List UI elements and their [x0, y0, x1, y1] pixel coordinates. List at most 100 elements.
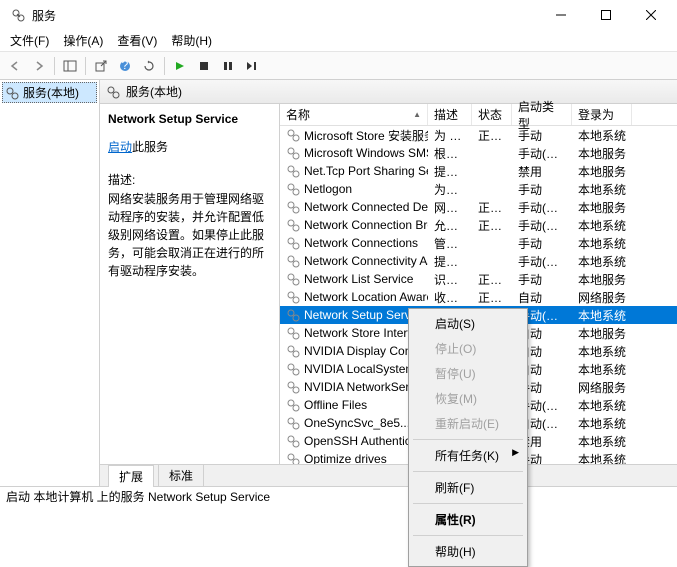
table-row[interactable]: Network List Service识别...正在...手动本地服务	[280, 270, 677, 288]
service-desc: 网络...	[428, 199, 472, 216]
cm-restart: 重新启动(E)	[411, 411, 525, 436]
table-row[interactable]: Net.Tcp Port Sharing Ser...提供...禁用本地服务	[280, 162, 677, 180]
service-icon	[286, 326, 300, 340]
tree-node-label: 服务(本地)	[23, 84, 79, 101]
table-row[interactable]: Netlogon为用...手动本地系统	[280, 180, 677, 198]
app-icon	[10, 7, 26, 23]
service-logon: 网络服务	[572, 289, 632, 306]
service-logon: 本地系统	[572, 397, 632, 414]
service-startup: 手动(触发...	[512, 199, 572, 216]
tree-pane: 服务(本地)	[0, 80, 100, 486]
cm-start[interactable]: 启动(S)	[411, 311, 525, 336]
service-logon: 本地系统	[572, 361, 632, 378]
service-icon	[286, 272, 300, 286]
table-row[interactable]: Microsoft Store 安装服务为 M...正在...手动本地系统	[280, 126, 677, 144]
service-startup: 手动	[512, 127, 572, 144]
menu-action[interactable]: 操作(A)	[57, 30, 109, 51]
table-row[interactable]: Network Connectivity Ass...提供...手动(触发...…	[280, 252, 677, 270]
tree-node-services-local[interactable]: 服务(本地)	[2, 82, 97, 103]
service-icon	[286, 182, 300, 196]
cm-help[interactable]: 帮助(H)	[411, 539, 525, 564]
menu-bar: 文件(F) 操作(A) 查看(V) 帮助(H)	[0, 30, 677, 52]
service-startup: 手动(触发...	[512, 253, 572, 270]
col-startup[interactable]: 启动类型	[512, 104, 572, 125]
table-row[interactable]: Network Connection Bro...允许...正在...手动(触发…	[280, 216, 677, 234]
table-row[interactable]: Network Connected Devi...网络...正在...手动(触发…	[280, 198, 677, 216]
maximize-button[interactable]	[583, 0, 628, 30]
sort-asc-icon: ▲	[413, 110, 421, 119]
cm-pause: 暂停(U)	[411, 361, 525, 386]
service-status: 正在...	[472, 127, 512, 144]
status-text: 启动 本地计算机 上的服务 Network Setup Service	[6, 488, 270, 505]
close-button[interactable]	[628, 0, 673, 30]
col-logon[interactable]: 登录为	[572, 104, 632, 125]
start-service-button[interactable]	[169, 55, 191, 77]
view-tabs: 扩展 标准	[100, 464, 677, 486]
help-button[interactable]: ?	[114, 55, 136, 77]
forward-button[interactable]	[28, 55, 50, 77]
service-logon: 本地系统	[572, 217, 632, 234]
service-name: Network Connections	[304, 236, 418, 250]
cm-stop: 停止(O)	[411, 336, 525, 361]
services-icon	[5, 86, 19, 100]
rightpane-title: 服务(本地)	[126, 83, 182, 100]
refresh-button[interactable]	[138, 55, 160, 77]
service-desc: 识别...	[428, 271, 472, 288]
service-desc: 管理...	[428, 235, 472, 252]
cm-all-tasks[interactable]: 所有任务(K)▶	[411, 443, 525, 468]
service-logon: 本地服务	[572, 199, 632, 216]
description-label: 描述:	[108, 171, 271, 188]
cm-properties[interactable]: 属性(R)	[411, 507, 525, 532]
description-text: 网络安装服务用于管理网络驱动程序的安装，并允许配置低级别网络设置。如果停止此服务…	[108, 190, 271, 280]
service-startup: 手动	[512, 235, 572, 252]
service-logon: 网络服务	[572, 379, 632, 396]
table-row[interactable]: Microsoft Windows SMS ...根据...手动(触发...本地…	[280, 144, 677, 162]
cm-resume: 恢复(M)	[411, 386, 525, 411]
menu-help[interactable]: 帮助(H)	[165, 30, 218, 51]
service-icon	[286, 434, 300, 448]
pause-service-button[interactable]	[217, 55, 239, 77]
service-logon: 本地服务	[572, 163, 632, 180]
service-icon	[286, 290, 300, 304]
service-logon: 本地服务	[572, 271, 632, 288]
service-name: Net.Tcp Port Sharing Ser...	[304, 164, 428, 178]
menu-file[interactable]: 文件(F)	[4, 30, 55, 51]
table-row[interactable]: Network Location Aware...收集...正在...自动网络服…	[280, 288, 677, 306]
back-button[interactable]	[4, 55, 26, 77]
minimize-button[interactable]	[538, 0, 583, 30]
cm-refresh[interactable]: 刷新(F)	[411, 475, 525, 500]
service-desc: 根据...	[428, 145, 472, 162]
service-logon: 本地系统	[572, 127, 632, 144]
detail-pane: Network Setup Service 启动此服务 描述: 网络安装服务用于…	[100, 104, 280, 464]
title-bar: 服务	[0, 0, 677, 30]
show-hide-button[interactable]	[59, 55, 81, 77]
service-name: Optimize drives	[304, 452, 387, 464]
service-status: 正在...	[472, 217, 512, 234]
table-row[interactable]: Network Connections管理...手动本地系统	[280, 234, 677, 252]
context-menu: 启动(S) 停止(O) 暂停(U) 恢复(M) 重新启动(E) 所有任务(K)▶…	[408, 308, 528, 567]
service-logon: 本地系统	[572, 343, 632, 360]
service-icon	[286, 164, 300, 178]
tab-extended[interactable]: 扩展	[108, 465, 154, 487]
service-name: Offline Files	[304, 398, 367, 412]
stop-service-button[interactable]	[193, 55, 215, 77]
export-button[interactable]	[90, 55, 112, 77]
col-name[interactable]: 名称▲	[280, 104, 428, 125]
col-status[interactable]: 状态	[472, 104, 512, 125]
status-bar: 启动 本地计算机 上的服务 Network Setup Service	[0, 486, 677, 506]
service-logon: 本地服务	[572, 145, 632, 162]
service-logon: 本地系统	[572, 451, 632, 465]
service-icon	[286, 218, 300, 232]
start-service-link[interactable]: 启动	[108, 140, 132, 154]
services-icon	[106, 85, 120, 99]
col-desc[interactable]: 描述	[428, 104, 472, 125]
tab-standard[interactable]: 标准	[158, 464, 204, 486]
menu-view[interactable]: 查看(V)	[111, 30, 163, 51]
service-name: Network Connected Devi...	[304, 200, 428, 214]
rightpane-header: 服务(本地)	[100, 80, 677, 104]
restart-service-button[interactable]	[241, 55, 263, 77]
window-title: 服务	[32, 7, 538, 24]
service-icon	[286, 380, 300, 394]
service-name: Network Location Aware...	[304, 290, 428, 304]
service-status: 正在...	[472, 271, 512, 288]
